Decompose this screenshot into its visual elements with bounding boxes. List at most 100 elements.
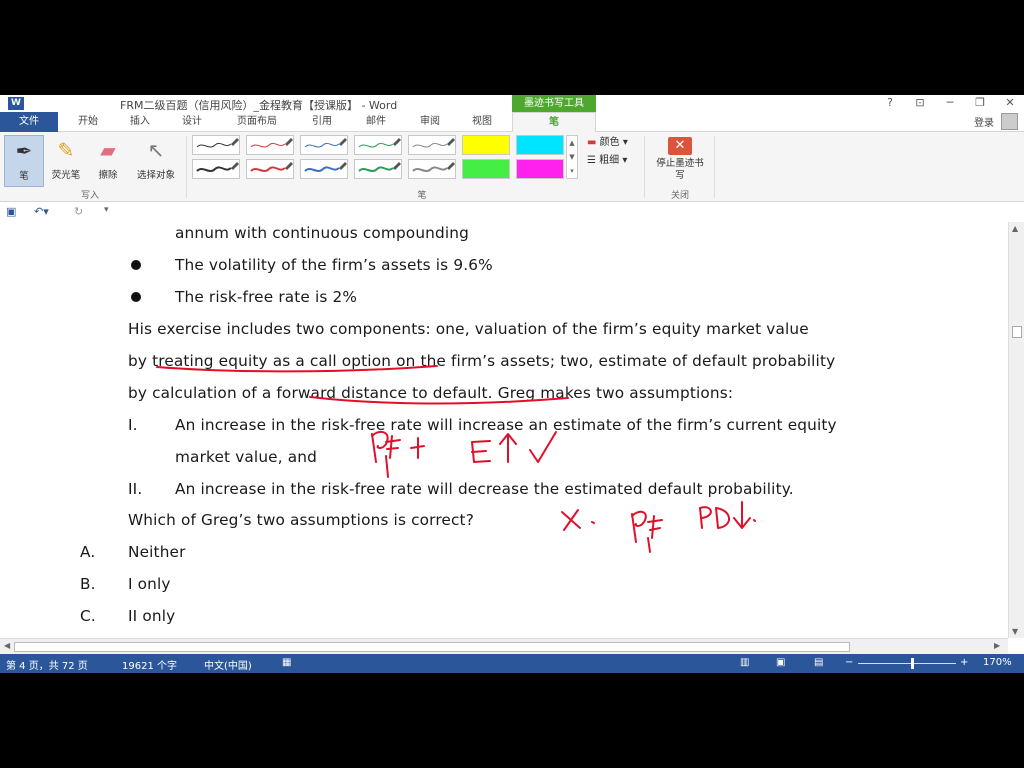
select-objects-button-label: 选择对象 xyxy=(136,170,175,181)
eraser-icon: ▰ xyxy=(100,138,116,162)
close-icon[interactable]: ✕ xyxy=(1000,96,1020,109)
tab-references[interactable]: 引用 xyxy=(300,112,344,132)
zoom-slider-thumb[interactable] xyxy=(910,658,914,669)
highlighter-swatch[interactable] xyxy=(462,135,510,155)
option-text: I only xyxy=(128,575,171,593)
scroll-left-icon[interactable]: ◀ xyxy=(4,641,10,650)
list-number: I. xyxy=(128,416,138,434)
tab-mailings[interactable]: 邮件 xyxy=(354,112,398,132)
pen-thickness-option[interactable]: ☰ 粗细 ▾ xyxy=(587,151,627,166)
scroll-right-icon[interactable]: ▶ xyxy=(994,641,1000,650)
tab-layout[interactable]: 页面布局 xyxy=(226,112,288,132)
help-icon[interactable]: ? xyxy=(880,96,900,109)
option-letter: B. xyxy=(80,575,96,593)
tab-design[interactable]: 设计 xyxy=(170,112,214,132)
list-number: II. xyxy=(128,480,143,498)
pen-swatch[interactable] xyxy=(192,159,240,179)
tab-view[interactable]: 视图 xyxy=(460,112,504,132)
bullet xyxy=(131,260,141,270)
ink-handwriting xyxy=(371,430,389,463)
save-icon[interactable]: ▣ xyxy=(6,205,16,218)
ink-handwriting xyxy=(715,507,730,529)
eraser-button[interactable]: ▰ 擦除 xyxy=(88,135,128,187)
eraser-button-label: 擦除 xyxy=(98,170,118,181)
pen-swatch[interactable] xyxy=(246,135,294,155)
highlighter-swatch[interactable] xyxy=(462,159,510,179)
text-line: His exercise includes two components: on… xyxy=(128,320,809,338)
ink-handwriting xyxy=(647,515,663,539)
highlighter-button-label: 荧光笔 xyxy=(51,170,81,181)
text-line: Which of Greg’s two assumptions is corre… xyxy=(128,511,474,529)
print-layout-icon[interactable]: ▣ xyxy=(776,657,785,668)
macro-icon[interactable]: ▦ xyxy=(282,657,291,668)
text-line: The risk-free rate is 2% xyxy=(175,288,358,306)
tab-review[interactable]: 审阅 xyxy=(408,112,452,132)
pen-swatch[interactable] xyxy=(300,135,348,155)
pen-gallery xyxy=(192,135,564,181)
word-count[interactable]: 19621 个字 xyxy=(122,657,177,672)
tab-insert[interactable]: 插入 xyxy=(118,112,162,132)
text-line: annum with continuous compounding xyxy=(175,224,469,242)
pen-swatch[interactable] xyxy=(408,159,456,179)
page-count[interactable]: 第 4 页，共 72 页 xyxy=(6,657,88,672)
web-layout-icon[interactable]: ▤ xyxy=(814,657,823,668)
scroll-up-icon[interactable]: ▲ xyxy=(1012,224,1018,233)
pen-swatch[interactable] xyxy=(408,135,456,155)
zoom-out-icon[interactable]: − xyxy=(845,657,853,668)
undo-icon[interactable]: ↶▾ xyxy=(34,205,49,218)
read-mode-icon[interactable]: ▥ xyxy=(740,657,749,668)
vertical-scrollbar[interactable]: ▲ ▼ xyxy=(1008,222,1024,638)
pen-swatch[interactable] xyxy=(354,159,402,179)
word-app-icon[interactable]: W xyxy=(8,97,24,110)
cursor-icon: ↖ xyxy=(147,138,165,162)
write-group-label: 写入 xyxy=(80,191,99,201)
ink-handwriting xyxy=(647,537,651,553)
highlighter-button[interactable]: ✎ 荧光笔 xyxy=(46,135,86,187)
zoom-slider[interactable] xyxy=(858,663,956,664)
pen-swatch[interactable] xyxy=(300,159,348,179)
zoom-level[interactable]: 170% xyxy=(983,657,1012,668)
scroll-thumb[interactable] xyxy=(14,642,850,652)
text-line: market value, and xyxy=(175,448,317,466)
restore-icon[interactable]: ❐ xyxy=(970,96,990,109)
document-canvas[interactable]: annum with continuous compounding The vo… xyxy=(0,222,1008,638)
avatar[interactable] xyxy=(1001,113,1018,130)
redo-icon[interactable]: ↻ xyxy=(74,205,83,218)
highlighter-icon: ✎ xyxy=(57,138,75,162)
stop-inking-button[interactable]: ✕ 停止墨迹书写 xyxy=(652,135,708,187)
gallery-scroll[interactable]: ▲ ▼ ▾ xyxy=(566,135,578,179)
scroll-down-icon[interactable]: ▼ xyxy=(1012,627,1018,636)
customize-icon[interactable]: ▾ xyxy=(104,205,109,215)
highlighter-swatch[interactable] xyxy=(516,159,564,179)
ink-handwriting xyxy=(410,437,425,459)
minimize-icon[interactable]: ─ xyxy=(940,96,960,109)
select-objects-button[interactable]: ↖ 选择对象 xyxy=(130,135,182,187)
color-option-label: 颜色 xyxy=(599,137,620,148)
ribbon-tabs: 文件 开始 插入 设计 页面布局 引用 邮件 审阅 视图 笔 登录 xyxy=(0,112,1024,132)
pens-group-label: 笔 xyxy=(417,191,427,201)
quick-access-toolbar: ▣ ↶▾ ↻ ▾ xyxy=(0,202,1024,222)
option-text: II only xyxy=(128,607,176,625)
ribbon-display-options-icon[interactable]: ⊡ xyxy=(910,96,930,109)
pen-swatch[interactable] xyxy=(354,135,402,155)
pen-swatch[interactable] xyxy=(246,159,294,179)
sign-in-link[interactable]: 登录 xyxy=(974,114,994,129)
zoom-in-icon[interactable]: + xyxy=(960,657,968,668)
ink-handwriting xyxy=(499,433,517,463)
pen-icon: ✒ xyxy=(15,139,33,163)
group-divider xyxy=(714,136,715,198)
status-bar: 第 4 页，共 72 页 19621 个字 中文(中国) ▦ ▥ ▣ ▤ − +… xyxy=(0,654,1024,673)
text-line: by treating equity as a call option on t… xyxy=(128,352,836,370)
tab-file[interactable]: 文件 xyxy=(0,112,58,132)
pen-swatch[interactable] xyxy=(192,135,240,155)
pen-color-option[interactable]: ▬ 颜色 ▾ xyxy=(587,133,628,148)
scroll-thumb[interactable] xyxy=(1012,326,1022,338)
tab-home[interactable]: 开始 xyxy=(66,112,110,132)
horizontal-scrollbar[interactable]: ◀ ▶ xyxy=(0,638,1008,654)
language-indicator[interactable]: 中文(中国) xyxy=(204,657,252,672)
tab-pens[interactable]: 笔 xyxy=(512,112,596,132)
pen-button[interactable]: ✒ 笔 xyxy=(4,135,44,187)
word-window: W FRM二级百题（信用风险）_金程教育【授课版】 - Word 墨迹书写工具 … xyxy=(0,95,1024,673)
ink-handwriting xyxy=(699,506,712,529)
highlighter-swatch[interactable] xyxy=(516,135,564,155)
